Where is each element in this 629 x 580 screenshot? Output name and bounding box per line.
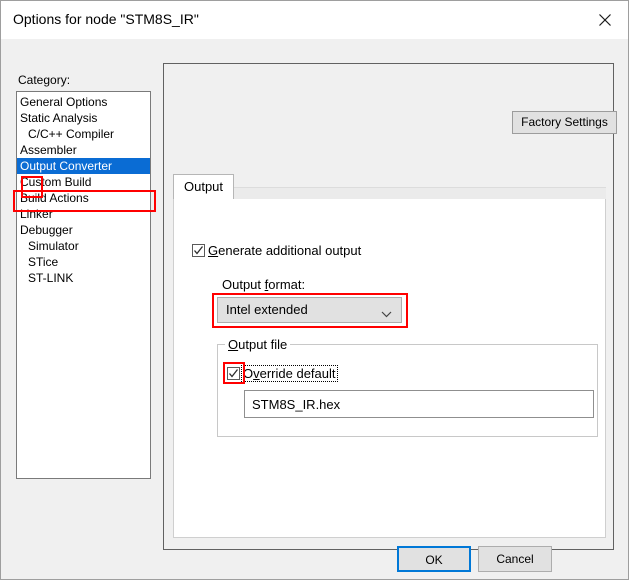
cancel-button[interactable]: Cancel (478, 546, 552, 572)
checkbox-checked-icon (227, 367, 240, 380)
output-format-select[interactable]: Intel extended (217, 297, 402, 323)
override-default-label-prefix: O (243, 366, 254, 381)
accel-char-o: O (228, 337, 239, 352)
output-filename-input[interactable] (244, 390, 594, 418)
ok-button[interactable]: OK (397, 546, 471, 572)
category-label: Category: (18, 73, 71, 87)
sidebar-item-debugger[interactable]: Debugger (17, 222, 150, 238)
output-format-label: Output format: (222, 277, 305, 292)
sidebar-item-static-analysis[interactable]: Static Analysis (17, 110, 150, 126)
checkbox-checked-icon (192, 244, 205, 257)
generate-additional-output-label-rest: enerate additional output (218, 243, 362, 258)
sidebar-item-simulator[interactable]: Simulator (17, 238, 150, 254)
close-icon[interactable] (582, 1, 628, 39)
tab-output[interactable]: Output (173, 174, 235, 199)
override-default-label-rest: erride default (259, 366, 336, 381)
output-file-group-title: Output file (225, 337, 291, 352)
output-file-group-title-rest: utput file (238, 337, 288, 352)
settings-panel: Factory Settings Output Generate additio… (163, 63, 617, 550)
sidebar-item-c-cpp-compiler[interactable]: C/C++ Compiler (17, 126, 150, 142)
factory-settings-button[interactable]: Factory Settings (512, 111, 617, 134)
sidebar-item-assembler[interactable]: Assembler (17, 142, 150, 158)
sidebar-item-custom-build[interactable]: Custom Build (17, 174, 150, 190)
output-format-label-rest: ormat: (268, 277, 306, 292)
accel-char-g: G (208, 243, 219, 258)
sidebar-item-st-link[interactable]: ST-LINK (17, 270, 150, 286)
chevron-down-icon (381, 307, 392, 321)
category-listbox[interactable]: General Options Static Analysis C/C++ Co… (16, 91, 151, 479)
generate-additional-output-label: Generate additional output (208, 243, 361, 258)
override-default-checkbox[interactable]: Override default (227, 365, 338, 382)
tab-strip: Output (173, 174, 606, 199)
output-format-selected-value: Intel extended (226, 302, 308, 317)
sidebar-item-stice[interactable]: STice (17, 254, 150, 270)
sidebar-item-output-converter[interactable]: Output Converter (17, 158, 150, 174)
override-default-label: Override default (241, 365, 338, 382)
tab-strip-filler (173, 187, 606, 199)
dialog-body: Category: General Options Static Analysi… (1, 39, 628, 579)
options-dialog: Options for node "STM8S_IR" Category: Ge… (0, 0, 629, 580)
generate-additional-output-checkbox[interactable]: Generate additional output (192, 243, 361, 258)
output-format-label-prefix: Output (222, 277, 265, 292)
sidebar-item-linker[interactable]: Linker (17, 206, 150, 222)
sidebar-item-general-options[interactable]: General Options (17, 94, 150, 110)
title-bar: Options for node "STM8S_IR" (1, 1, 628, 39)
tab-panel-output: Generate additional output Output format… (173, 198, 606, 538)
sidebar-item-build-actions[interactable]: Build Actions (17, 190, 150, 206)
window-title: Options for node "STM8S_IR" (13, 11, 199, 27)
